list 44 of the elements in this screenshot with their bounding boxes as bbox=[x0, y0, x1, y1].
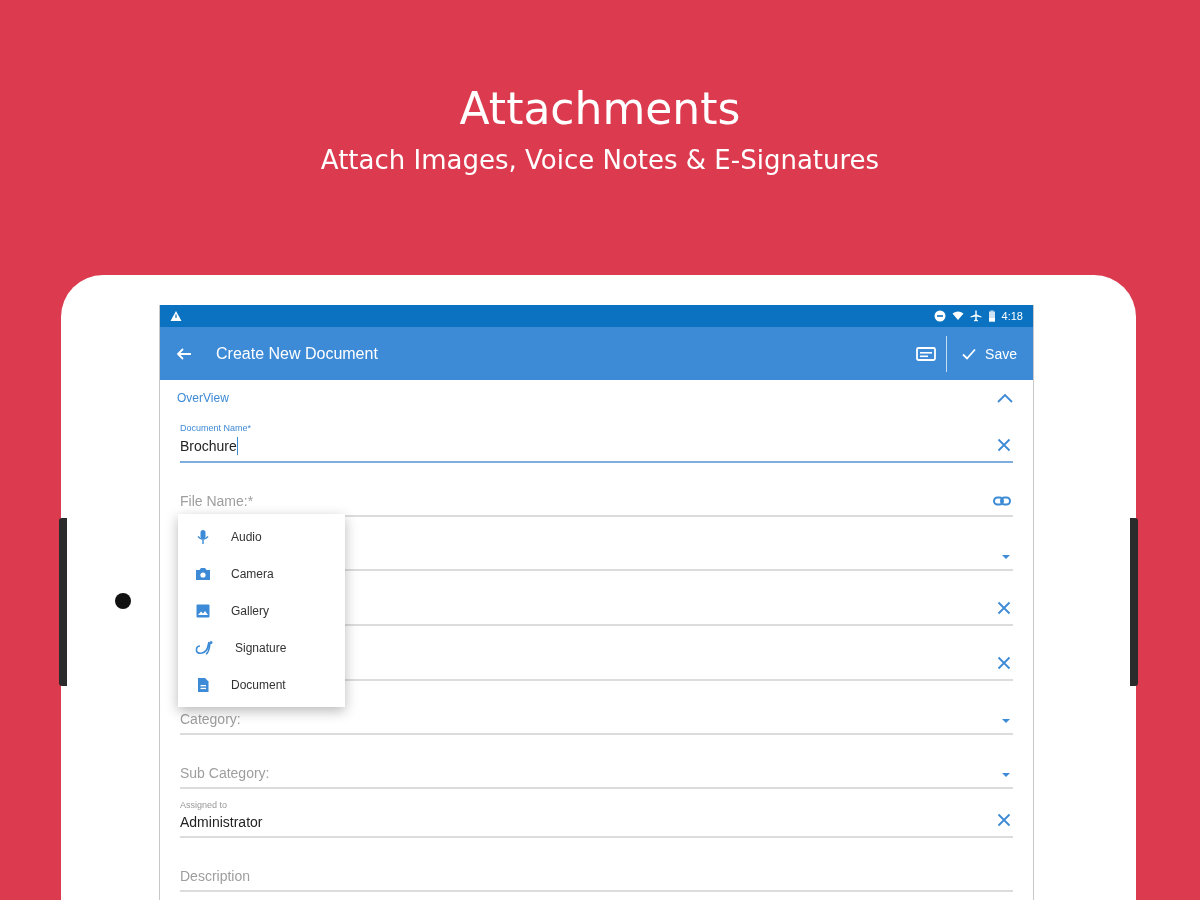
text-input[interactable]: Document Name* Brochure bbox=[180, 423, 1013, 463]
field-placeholder: Sub Category: bbox=[180, 765, 271, 781]
back-arrow-icon[interactable] bbox=[176, 345, 192, 362]
field-value: Administrator bbox=[180, 814, 263, 830]
clear-icon[interactable] bbox=[997, 601, 1011, 615]
menu-item[interactable]: Audio bbox=[178, 518, 345, 555]
airplane-icon bbox=[969, 310, 982, 322]
save-button[interactable]: Save bbox=[957, 341, 1021, 366]
headline-subtitle: Attach Images, Voice Notes & E-Signatures bbox=[320, 144, 880, 176]
dropdown-arrow-icon[interactable] bbox=[1001, 718, 1011, 724]
clock-time: 4:18 bbox=[1001, 310, 1023, 322]
dropdown-arrow-icon[interactable] bbox=[1001, 554, 1011, 560]
warning-icon bbox=[170, 310, 182, 322]
screen-title: Create New Document bbox=[216, 344, 379, 363]
field-placeholder: Description bbox=[180, 868, 252, 884]
text-input[interactable]: Assigned to Administrator bbox=[180, 800, 1013, 838]
field-label: Assigned to bbox=[180, 800, 229, 810]
section-title: OverView bbox=[177, 391, 229, 405]
clear-icon[interactable] bbox=[997, 813, 1011, 827]
field-placeholder: Category: bbox=[180, 711, 242, 727]
menu-item[interactable]: Signature bbox=[178, 629, 345, 666]
battery-icon bbox=[987, 310, 996, 322]
clear-icon[interactable] bbox=[997, 438, 1011, 452]
microphone-icon bbox=[195, 528, 211, 545]
menu-item[interactable]: Gallery bbox=[178, 592, 345, 629]
field-label: Document Name* bbox=[180, 423, 253, 433]
card-icon[interactable] bbox=[916, 345, 937, 362]
camera-dot bbox=[115, 593, 131, 609]
image-icon bbox=[195, 602, 211, 619]
do-not-disturb-icon bbox=[933, 310, 946, 322]
field-placeholder: File Name:* bbox=[180, 493, 255, 509]
link-icon[interactable] bbox=[993, 496, 1011, 506]
signature-icon bbox=[195, 639, 215, 656]
document-icon bbox=[195, 676, 211, 693]
camera-icon bbox=[195, 565, 211, 582]
menu-item[interactable]: Camera bbox=[178, 555, 345, 592]
chevron-icon[interactable] bbox=[997, 393, 1013, 403]
clear-icon[interactable] bbox=[997, 656, 1011, 670]
menu-item[interactable]: Document bbox=[178, 666, 345, 703]
dropdown-arrow-icon[interactable] bbox=[1001, 772, 1011, 778]
headline-title: Attachments bbox=[459, 84, 741, 134]
text-cursor bbox=[236, 437, 239, 455]
wifi-icon bbox=[951, 310, 964, 322]
field-value: Brochure bbox=[180, 438, 237, 454]
